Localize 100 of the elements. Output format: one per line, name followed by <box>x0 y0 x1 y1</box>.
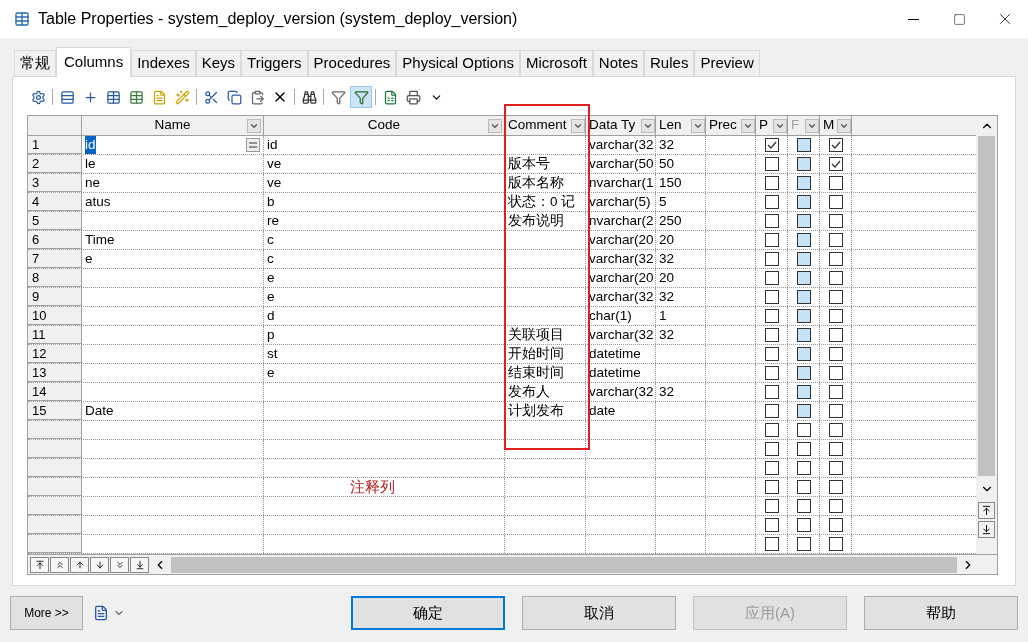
primary-checkbox[interactable] <box>764 442 779 456</box>
foreign-checkbox[interactable] <box>796 480 811 494</box>
move-page-down-button[interactable] <box>110 556 129 573</box>
dropdown-button[interactable] <box>773 118 787 133</box>
tab[interactable]: Columns <box>56 47 132 77</box>
primary-checkbox[interactable] <box>764 176 779 190</box>
foreign-checkbox[interactable] <box>796 518 811 532</box>
column-header[interactable]: M <box>820 116 852 135</box>
dropdown-button[interactable] <box>837 118 851 133</box>
column-header[interactable]: Prec <box>706 116 756 135</box>
primary-checkbox[interactable] <box>764 309 779 323</box>
row-header[interactable]: 14 <box>28 383 82 401</box>
dialog-button[interactable]: 帮助 <box>864 596 1018 630</box>
column-header[interactable]: P <box>756 116 788 135</box>
vertical-scrollbar[interactable] <box>976 116 997 554</box>
column-header[interactable]: Len <box>656 116 706 135</box>
column-header[interactable]: Code <box>264 116 505 135</box>
mandatory-checkbox[interactable] <box>828 195 843 209</box>
primary-checkbox[interactable] <box>764 499 779 513</box>
primary-checkbox[interactable] <box>764 404 779 418</box>
dropdown-button[interactable] <box>741 118 755 133</box>
horizontal-scroll-thumb[interactable] <box>171 556 957 573</box>
tab[interactable]: Notes <box>592 50 645 76</box>
move-page-up-button[interactable] <box>50 556 69 573</box>
primary-checkbox[interactable] <box>764 157 779 171</box>
scroll-thumb[interactable] <box>978 136 995 476</box>
primary-checkbox[interactable] <box>764 537 779 551</box>
primary-checkbox[interactable] <box>764 328 779 342</box>
column-header[interactable]: Name <box>82 116 264 135</box>
foreign-checkbox[interactable] <box>796 499 811 513</box>
mandatory-checkbox[interactable] <box>828 537 843 551</box>
scroll-bottom-button[interactable] <box>978 521 995 538</box>
dropdown-button[interactable] <box>571 118 585 133</box>
mandatory-checkbox[interactable] <box>828 290 843 304</box>
primary-checkbox[interactable] <box>764 480 779 494</box>
row-header[interactable]: 6 <box>28 231 82 249</box>
mandatory-checkbox[interactable] <box>828 423 843 437</box>
more-button[interactable]: More >> <box>10 596 83 630</box>
row-header[interactable]: 15 <box>28 402 82 420</box>
dropdown-button[interactable] <box>641 118 655 133</box>
tab[interactable]: Preview <box>694 50 760 76</box>
primary-checkbox[interactable] <box>764 290 779 304</box>
foreign-checkbox[interactable] <box>796 461 811 475</box>
tab[interactable]: Indexes <box>131 50 196 76</box>
tab[interactable]: Microsoft <box>520 50 593 76</box>
row-header[interactable]: 5 <box>28 212 82 230</box>
mandatory-checkbox[interactable] <box>828 271 843 285</box>
tab[interactable]: Triggers <box>241 50 308 76</box>
mandatory-checkbox[interactable] <box>828 480 843 494</box>
primary-checkbox[interactable] <box>764 385 779 399</box>
foreign-checkbox[interactable] <box>796 442 811 456</box>
mandatory-checkbox[interactable] <box>828 518 843 532</box>
primary-checkbox[interactable] <box>764 195 779 209</box>
row-header[interactable]: 10 <box>28 307 82 325</box>
mandatory-checkbox[interactable] <box>828 442 843 456</box>
row-header[interactable]: 13 <box>28 364 82 382</box>
equals-icon[interactable] <box>246 138 260 152</box>
filter-icon[interactable] <box>350 86 372 108</box>
column-header[interactable]: Data Ty <box>586 116 656 135</box>
tab[interactable]: Physical Options <box>396 50 520 76</box>
dropdown-button[interactable] <box>488 118 502 133</box>
row-header[interactable]: 1 <box>28 136 82 154</box>
foreign-checkbox[interactable] <box>796 423 811 437</box>
primary-checkbox[interactable] <box>764 214 779 228</box>
mandatory-checkbox[interactable] <box>828 328 843 342</box>
mandatory-checkbox[interactable] <box>828 404 843 418</box>
row-header[interactable]: 2 <box>28 155 82 173</box>
mandatory-checkbox[interactable] <box>828 157 843 171</box>
mandatory-checkbox[interactable] <box>828 233 843 247</box>
document-menu-icon[interactable] <box>93 605 125 621</box>
dropdown-button[interactable] <box>247 118 261 133</box>
row-header[interactable]: 9 <box>28 288 82 306</box>
tab[interactable]: Procedures <box>307 50 397 76</box>
column-header[interactable]: Comment <box>505 116 586 135</box>
mandatory-checkbox[interactable] <box>828 366 843 380</box>
primary-checkbox[interactable] <box>764 518 779 532</box>
row-header[interactable]: 4 <box>28 193 82 211</box>
dialog-button[interactable]: 确定 <box>351 596 505 630</box>
row-header[interactable]: 3 <box>28 174 82 192</box>
foreign-checkbox[interactable] <box>796 537 811 551</box>
primary-checkbox[interactable] <box>764 138 779 152</box>
primary-checkbox[interactable] <box>764 366 779 380</box>
mandatory-checkbox[interactable] <box>828 461 843 475</box>
row-header[interactable]: 12 <box>28 345 82 363</box>
mandatory-checkbox[interactable] <box>828 385 843 399</box>
mandatory-checkbox[interactable] <box>828 347 843 361</box>
primary-checkbox[interactable] <box>764 347 779 361</box>
mandatory-checkbox[interactable] <box>828 176 843 190</box>
primary-checkbox[interactable] <box>764 271 779 285</box>
tab[interactable]: Keys <box>195 50 242 76</box>
row-header[interactable]: 11 <box>28 326 82 344</box>
mandatory-checkbox[interactable] <box>828 309 843 323</box>
move-down-button[interactable] <box>90 556 109 573</box>
primary-checkbox[interactable] <box>764 461 779 475</box>
tab[interactable]: Rules <box>644 50 695 76</box>
dropdown-button[interactable] <box>691 118 705 133</box>
mandatory-checkbox[interactable] <box>828 138 843 152</box>
primary-checkbox[interactable] <box>764 423 779 437</box>
dialog-button[interactable]: 取消 <box>522 596 676 630</box>
primary-checkbox[interactable] <box>764 252 779 266</box>
